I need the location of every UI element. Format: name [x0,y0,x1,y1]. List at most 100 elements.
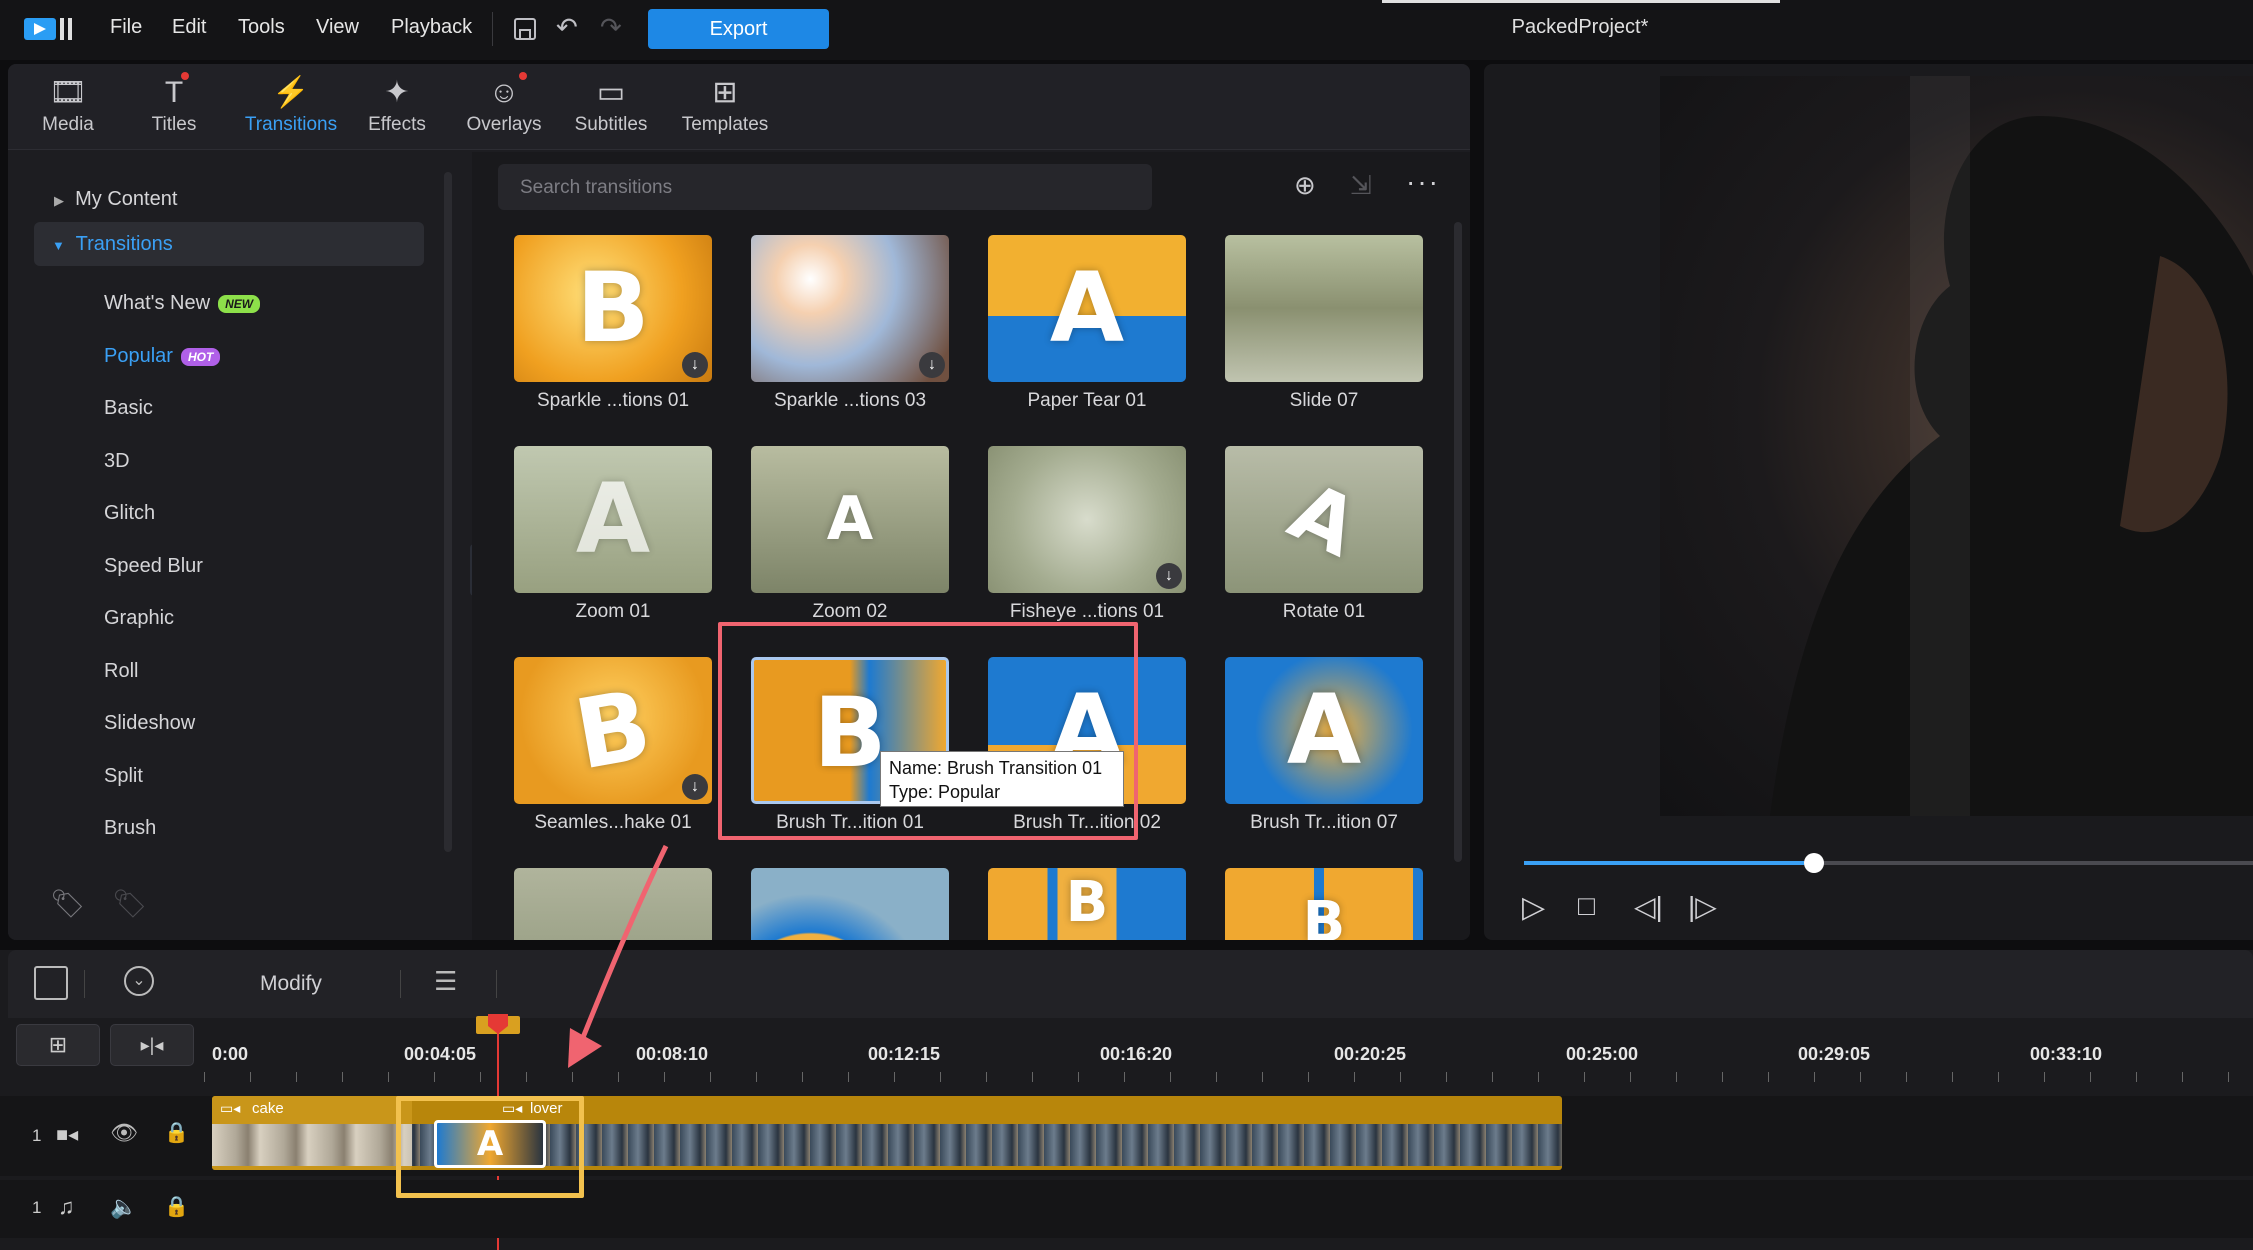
project-title: PackedProject* [1511,16,1649,38]
undo-icon[interactable]: ↶ [556,14,578,40]
export-button[interactable]: Export [648,9,829,49]
tab-label: Media [42,114,94,135]
list-icon[interactable]: ☰ [434,966,457,997]
thumb-row4-4[interactable]: B [1225,868,1423,940]
video-camera-icon: ■◂ [56,1124,79,1146]
thumb-letter: A [1049,252,1125,364]
thumb-sparkle-03[interactable]: ↓ [751,235,949,382]
redo-icon[interactable]: ↷ [600,14,622,40]
ruler-minor-ticks [204,1072,2253,1082]
lock-icon[interactable]: 🔒 [164,1194,189,1219]
track-number: 1 [32,1198,42,1217]
menu-tools[interactable]: Tools [238,16,285,39]
track-manager-button[interactable]: ⊞ [16,1024,100,1066]
tab-subtitles[interactable]: ▭ Subtitles [561,72,661,136]
highlight-box [718,622,1138,840]
clip-filmstrip [212,1124,412,1166]
tab-label: Transitions [244,114,338,135]
sidebar-item-roll[interactable]: Roll [104,660,138,683]
thumb-caption: Paper Tear 01 [1027,390,1147,411]
play-icon[interactable]: ▷ [1522,890,1545,925]
thumb-caption: Zoom 02 [812,601,888,622]
video-clip-cake[interactable]: ▭◂ cake [212,1096,412,1170]
tab-label: Templates [681,114,769,135]
sidebar-item-label: My Content [75,188,178,210]
sidebar-item-popular[interactable]: Popular HOT [104,345,221,368]
next-frame-icon[interactable]: |▷ [1688,890,1717,923]
menu-edit[interactable]: Edit [172,16,206,39]
download-icon[interactable]: ↓ [682,352,708,378]
timeline-mode-icon[interactable] [34,966,68,1000]
timeline-panel: ⌄ Modify ☰ ⊞ ▸|◂ 0:00 00:04:05 00:08:10 … [0,950,2253,1250]
thumb-seamless-shake-01[interactable]: B ↓ [514,657,712,804]
thumb-zoom-01[interactable]: A [514,446,712,593]
remove-tag-icon[interactable]: 🏷 [112,887,148,920]
sidebar-item-3d[interactable]: 3D [104,450,130,473]
thumb-caption: Sparkle ...tions 01 [536,390,690,411]
download-icon[interactable]: ↓ [682,774,708,800]
seek-handle[interactable] [1804,853,1824,873]
overlays-icon: ☺ [488,76,520,109]
thumb-caption: Fisheye ...tions 01 [1009,601,1165,622]
chevron-down-icon[interactable]: ⌄ [124,966,154,996]
sidebar-item-split[interactable]: Split [104,765,143,788]
save-icon[interactable] [512,16,538,46]
lock-icon[interactable]: 🔒 [164,1120,189,1145]
thumb-sparkle-01[interactable]: B ↓ [514,235,712,382]
eye-icon[interactable]: 👁 [110,1120,138,1146]
previous-frame-icon[interactable]: ◁| [1634,890,1663,923]
add-tag-icon[interactable]: 🏷 [50,887,86,920]
sidebar-scrollbar[interactable] [444,172,452,852]
download-icon[interactable]: ↓ [919,352,945,378]
thumb-slide-07[interactable] [1225,235,1423,382]
stop-icon[interactable]: □ [1578,890,1595,922]
menu-playback[interactable]: Playback [391,16,472,39]
thumb-zoom-02[interactable]: A [751,446,949,593]
app-logo-icon [22,14,82,44]
sidebar-item-slideshow[interactable]: Slideshow [104,712,195,735]
preview-panel: ▷ □ ◁| |▷ [1484,64,2253,940]
sidebar-item-my-content[interactable]: ▶ My Content [54,188,177,211]
speaker-icon[interactable]: 🔈 [110,1194,137,1220]
ruler-tick-label: 00:33:10 [2030,1044,2103,1064]
modify-button[interactable]: Modify [260,972,322,996]
thumb-row4-3[interactable]: B [988,868,1186,940]
thumb-fisheye-01[interactable]: ↓ [988,446,1186,593]
sidebar-item-basic[interactable]: Basic [104,397,153,420]
thumb-paper-tear-01[interactable]: A [988,235,1186,382]
templates-icon: ⊞ [712,76,738,109]
thumb-letter: B [1302,890,1346,940]
sidebar-item-whats-new[interactable]: What's New NEW [104,292,261,315]
tab-overlays[interactable]: ☺ Overlays [454,72,554,136]
search-input[interactable]: Search transitions [498,164,1152,210]
sidebar-item-brush[interactable]: Brush [104,817,156,840]
menu-view[interactable]: View [316,16,359,39]
thumb-row4-2[interactable] [751,868,949,940]
drag-arrow-annotation [568,844,669,1068]
sidebar-item-graphic[interactable]: Graphic [104,607,174,630]
sidebar-item-transitions[interactable]: ▼ Transitions [34,222,424,266]
thumb-rotate-01[interactable]: A [1225,446,1423,593]
tab-templates[interactable]: ⊞ Templates [675,72,775,136]
export-item-icon[interactable]: ⇲ [1350,170,1372,201]
tab-titles[interactable]: T Titles [124,72,224,136]
sidebar-item-label: Transitions [75,233,173,255]
fit-timeline-button[interactable]: ▸|◂ [110,1024,194,1066]
sidebar-item-glitch[interactable]: Glitch [104,502,155,525]
import-icon[interactable]: ⊕ [1294,170,1316,201]
sidebar-item-speed-blur[interactable]: Speed Blur [104,555,203,578]
ruler-tick-label: 00:25:00 [1566,1044,1639,1064]
thumb-letter: A [575,463,651,575]
tab-transitions[interactable]: ⚡ Transitions [231,72,351,136]
tab-effects[interactable]: ✦ Effects [347,72,447,136]
download-icon[interactable]: ↓ [1156,563,1182,589]
menu-file[interactable]: File [110,16,142,39]
tab-media[interactable]: 🎞 Media [18,72,118,136]
tab-label: Titles [151,114,197,135]
thumb-brush-transition-07[interactable]: A [1225,657,1423,804]
sidebar-item-label: Popular [104,345,173,367]
tab-label: Overlays [466,114,542,135]
grid-scrollbar[interactable] [1454,222,1462,862]
time-ruler[interactable]: 0:00 00:04:05 00:08:10 00:12:15 00:16:20… [204,1032,2253,1082]
more-options-icon[interactable]: ··· [1406,166,1440,198]
